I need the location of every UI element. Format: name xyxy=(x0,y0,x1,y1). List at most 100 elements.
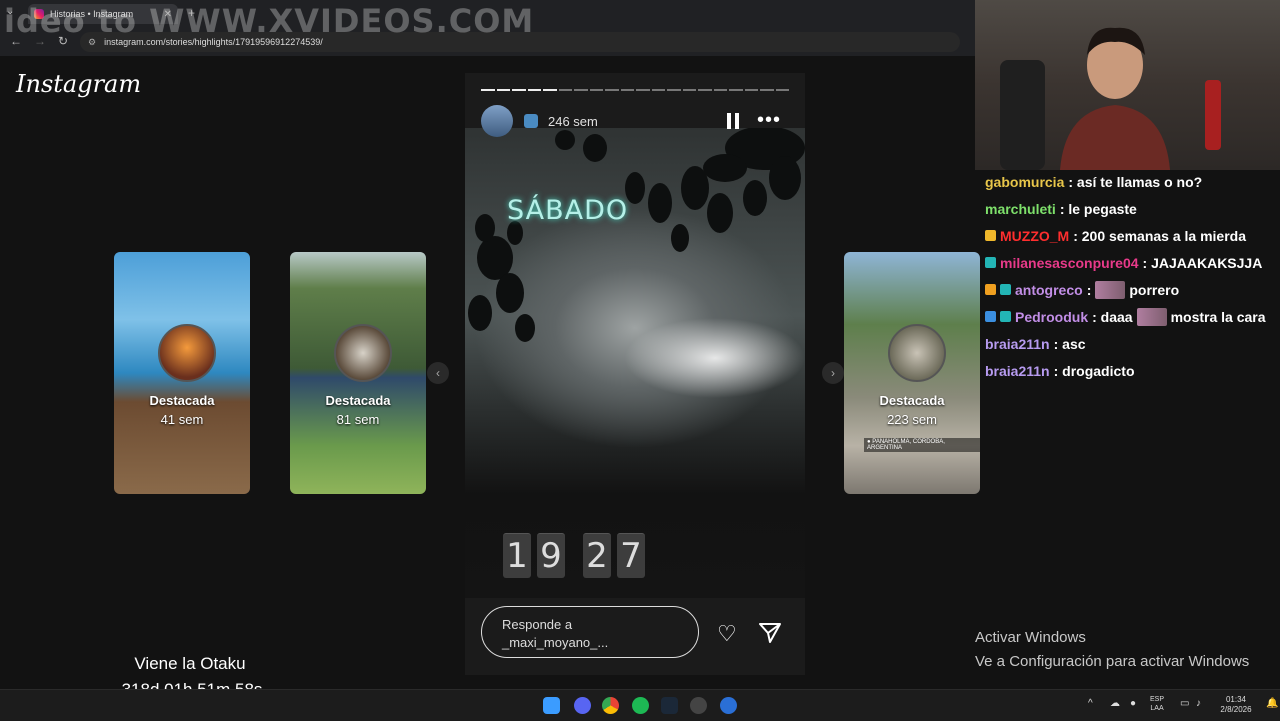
language-code: ESP xyxy=(1150,696,1165,703)
progress-segment xyxy=(558,89,572,91)
highlight-avatar xyxy=(888,324,946,382)
language-indicator[interactable]: ESP LAA xyxy=(1150,695,1164,713)
app-icon[interactable] xyxy=(720,697,737,714)
progress-segment xyxy=(543,89,557,91)
obs-icon[interactable] xyxy=(690,697,707,714)
windows-activation-notice: Activar Windows Ve a Configuración para … xyxy=(975,626,1275,674)
windows-taskbar: ^ ☁ ● ESP LAA ▭ ♪ 01:34 2/8/2026 🔔 xyxy=(0,689,1280,721)
highlight-card-2[interactable]: Destacada 81 sem xyxy=(290,252,426,494)
clock-digit: 7 xyxy=(617,533,645,578)
previous-story-button[interactable]: ‹ xyxy=(427,362,449,384)
mic-tray-icon[interactable]: ● xyxy=(1130,698,1136,709)
chat-text: : le pegaste xyxy=(1059,200,1137,217)
chat-username[interactable]: milanesasconpure04 xyxy=(1000,254,1139,272)
clock-time: 01:34 xyxy=(1225,695,1247,704)
clock-date: 2/8/2026 xyxy=(1220,705,1252,714)
chat-username[interactable]: marchuleti xyxy=(985,200,1056,218)
story-progress-bar xyxy=(481,89,789,91)
story-sticker-text: SÁBADO xyxy=(507,195,629,226)
progress-segment xyxy=(713,89,727,91)
leaves-silhouette xyxy=(468,128,805,342)
chat-badge-icon xyxy=(985,311,996,322)
send-icon[interactable] xyxy=(758,621,782,645)
chat-text: porrero xyxy=(1129,281,1180,298)
highlight-title: Destacada xyxy=(879,393,945,408)
streamer-silhouette xyxy=(1060,27,1170,170)
progress-segment xyxy=(589,89,603,91)
chat-message: Pedrooduk: daaa mostra la cara xyxy=(975,303,1280,330)
progress-segment xyxy=(729,89,743,91)
chat-message: braia211n: drogadicto xyxy=(975,357,1280,384)
chat-text: : 200 semanas a la mierda xyxy=(1073,227,1246,244)
gaming-chair xyxy=(1000,60,1045,170)
story-header: 246 sem ••• xyxy=(481,105,789,137)
chat-badge-icon xyxy=(1000,284,1011,295)
chat-username[interactable]: gabomurcia xyxy=(985,173,1064,191)
progress-segment xyxy=(651,89,665,91)
progress-segment xyxy=(760,89,774,91)
stream-chat: gabomurcia: así te llamas o no? marchulet… xyxy=(975,168,1280,384)
chat-badge-icon xyxy=(985,284,996,295)
highlight-avatar xyxy=(334,324,392,382)
network-tray-icon[interactable]: ☁ xyxy=(1110,698,1120,709)
pause-icon[interactable] xyxy=(727,113,739,129)
profile-avatar[interactable] xyxy=(481,105,513,137)
spotify-icon[interactable] xyxy=(632,697,649,714)
overlay-title: Viene la Otaku xyxy=(134,654,246,673)
story-viewer[interactable]: 246 sem ••• SÁBADO 1 9 2 7 Responde a _m… xyxy=(465,73,805,675)
chat-badge-icon xyxy=(1000,311,1011,322)
chat-badge-icon xyxy=(985,257,996,268)
progress-segment xyxy=(682,89,696,91)
chat-text: : drogadicto xyxy=(1053,362,1135,379)
chat-text: mostra la cara xyxy=(1170,308,1266,325)
browser-chrome: ⌄ Historias • Instagram ✕ + ← → ↻ ⚙ inst… xyxy=(0,0,975,56)
layout-code: LAA xyxy=(1150,705,1164,712)
chat-message: MUZZO_M: 200 semanas a la mierda xyxy=(975,222,1280,249)
chat-text: : asc xyxy=(1053,335,1086,352)
progress-segment xyxy=(636,89,650,91)
highlight-age: 41 sem xyxy=(160,412,204,427)
system-clock[interactable]: 01:34 2/8/2026 xyxy=(1212,695,1260,715)
activation-title: Activar Windows xyxy=(975,629,1086,646)
progress-segment xyxy=(481,89,495,91)
chat-username[interactable]: braia211n xyxy=(985,335,1050,353)
instagram-logo[interactable]: Instagram xyxy=(16,70,141,98)
next-story-button[interactable]: › xyxy=(822,362,844,384)
highlight-title: Destacada xyxy=(325,393,391,408)
clock-digit: 2 xyxy=(583,533,611,578)
location-caption: ● PANAHOLMA, CORDOBA, ARGENTINA xyxy=(864,438,980,452)
steam-icon[interactable] xyxy=(661,697,678,714)
discord-icon[interactable] xyxy=(574,697,591,714)
chat-username[interactable]: braia211n xyxy=(985,362,1050,380)
chat-username[interactable]: MUZZO_M xyxy=(1000,227,1069,245)
chat-username[interactable]: Pedrooduk xyxy=(1015,308,1088,326)
activation-subtitle: Ve a Configuración para activar Windows xyxy=(975,653,1250,670)
chat-text: : daaa xyxy=(1092,308,1133,325)
like-heart-icon[interactable]: ♡ xyxy=(717,621,737,647)
webcam-feed xyxy=(975,0,1280,170)
notification-icon[interactable]: 🔔 xyxy=(1266,698,1278,709)
clock-digit: 9 xyxy=(537,533,565,578)
progress-segment xyxy=(775,89,789,91)
wifi-icon[interactable]: ▭ xyxy=(1180,698,1189,709)
highlight-card-1[interactable]: Destacada 41 sem xyxy=(114,252,250,494)
chrome-icon[interactable] xyxy=(602,697,619,714)
highlight-card-3[interactable]: Destacada 223 sem ● PANAHOLMA, CORDOBA, … xyxy=(844,252,980,494)
volume-icon[interactable]: ♪ xyxy=(1196,698,1201,709)
progress-segment xyxy=(744,89,758,91)
chat-username[interactable]: antogreco xyxy=(1015,281,1083,299)
progress-segment xyxy=(620,89,634,91)
highlight-badge-icon xyxy=(524,114,538,128)
more-options-icon[interactable]: ••• xyxy=(757,109,781,132)
chat-message: gabomurcia: así te llamas o no? xyxy=(975,168,1280,195)
chat-badge-icon xyxy=(985,230,996,241)
chat-message: antogreco: porrero xyxy=(975,276,1280,303)
reply-input[interactable]: Responde a _maxi_moyano_... xyxy=(481,606,699,658)
chat-message: milanesasconpure04: JAJAAKAKSJJA xyxy=(975,249,1280,276)
windows-start-icon[interactable] xyxy=(543,697,560,714)
tray-overflow-icon[interactable]: ^ xyxy=(1088,698,1093,709)
chat-message: braia211n: asc xyxy=(975,330,1280,357)
clock-digit: 1 xyxy=(503,533,531,578)
chat-emote-icon xyxy=(1136,307,1167,326)
progress-segment xyxy=(574,89,588,91)
